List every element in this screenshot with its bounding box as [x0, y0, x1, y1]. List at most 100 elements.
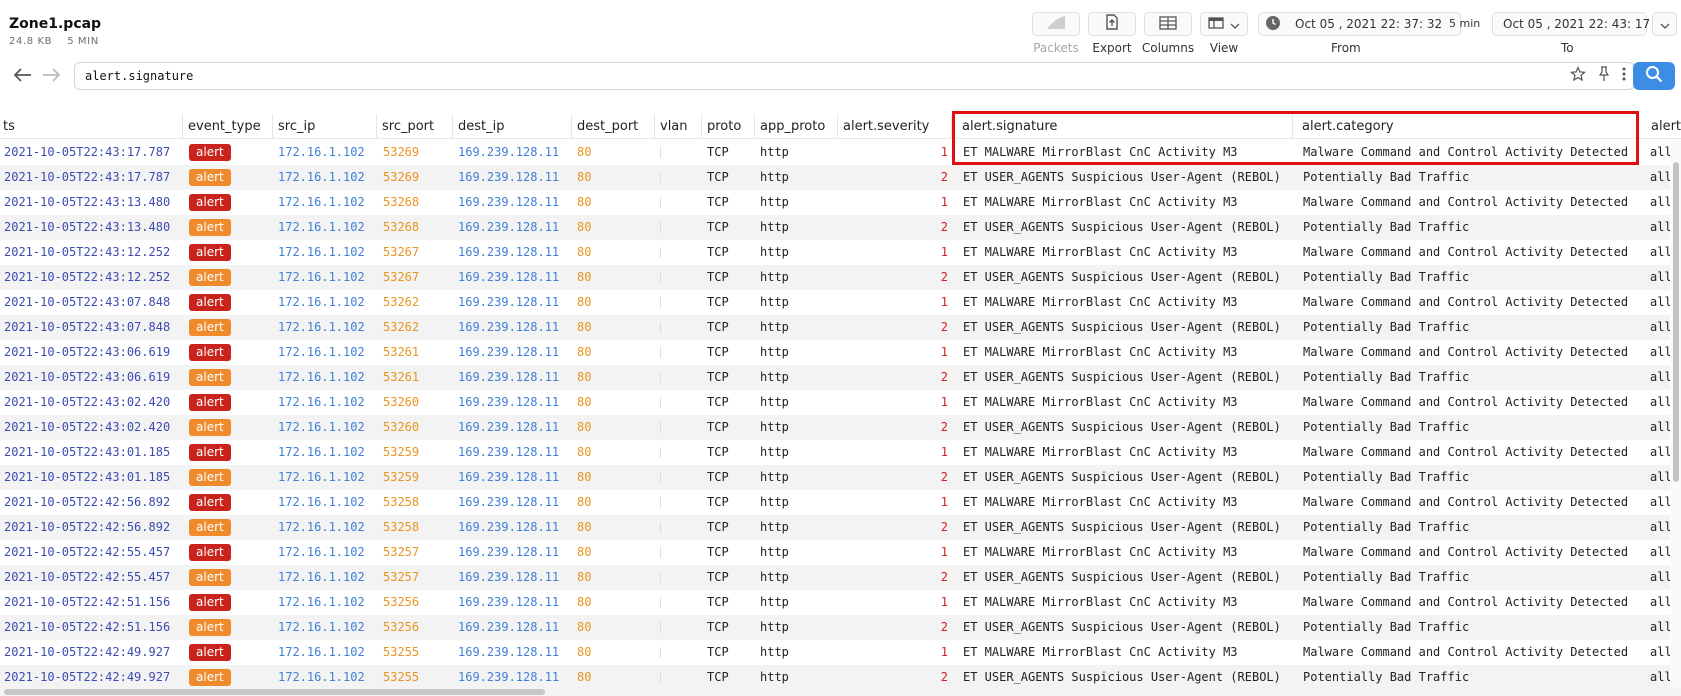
cell-vlan[interactable] [660, 540, 702, 565]
cell-proto[interactable]: TCP [707, 540, 755, 565]
cell-signature[interactable]: ET MALWARE MirrorBlast CnC Activity M3 [963, 440, 1291, 465]
cell-severity[interactable]: 2 [842, 365, 948, 390]
to-time-input[interactable]: Oct 05 , 2021 22: 43: 17 [1492, 12, 1650, 36]
cell-event-type[interactable]: alert [189, 265, 273, 290]
cell-app-proto[interactable]: http [760, 215, 838, 240]
cell-vlan[interactable] [660, 390, 702, 415]
more-vertical-icon[interactable] [1622, 66, 1626, 86]
cell-dest-port[interactable]: 80 [577, 665, 655, 688]
event-type-badge[interactable]: alert [189, 369, 231, 386]
cell-src-port[interactable]: 53267 [383, 240, 453, 265]
table-row[interactable]: 2021-10-05T22:42:55.457 alert 172.16.1.102… [0, 540, 1670, 565]
cell-src-port[interactable]: 53268 [383, 190, 453, 215]
cell-dest-ip[interactable]: 169.239.128.11 [458, 390, 572, 415]
cell-event-type[interactable]: alert [189, 340, 273, 365]
event-type-badge[interactable]: alert [189, 144, 231, 161]
cell-ts[interactable]: 2021-10-05T22:43:17.787 [4, 165, 182, 190]
cell-src-ip[interactable]: 172.16.1.102 [278, 290, 376, 315]
cell-event-type[interactable]: alert [189, 640, 273, 665]
cell-event-type[interactable]: alert [189, 140, 273, 165]
cell-dest-ip[interactable]: 169.239.128.11 [458, 490, 572, 515]
cell-dest-ip[interactable]: 169.239.128.11 [458, 590, 572, 615]
cell-proto[interactable]: TCP [707, 390, 755, 415]
cell-alert-more[interactable]: all [1650, 590, 1670, 615]
cell-proto[interactable]: TCP [707, 515, 755, 540]
cell-src-ip[interactable]: 172.16.1.102 [278, 415, 376, 440]
cell-category[interactable]: Malware Command and Control Activity Det… [1303, 140, 1637, 165]
cell-signature[interactable]: ET MALWARE MirrorBlast CnC Activity M3 [963, 290, 1291, 315]
cell-category[interactable]: Malware Command and Control Activity Det… [1303, 290, 1637, 315]
cell-event-type[interactable]: alert [189, 165, 273, 190]
cell-src-ip[interactable]: 172.16.1.102 [278, 165, 376, 190]
cell-src-port[interactable]: 53260 [383, 415, 453, 440]
cell-vlan[interactable] [660, 665, 702, 688]
cell-event-type[interactable]: alert [189, 290, 273, 315]
table-row[interactable]: 2021-10-05T22:43:13.480 alert 172.16.1.102… [0, 190, 1670, 215]
cell-dest-port[interactable]: 80 [577, 165, 655, 190]
column-header-vlan[interactable]: vlan [655, 114, 702, 139]
search-input[interactable]: alert.signature [74, 62, 1635, 90]
cell-app-proto[interactable]: http [760, 490, 838, 515]
cell-event-type[interactable]: alert [189, 190, 273, 215]
cell-severity[interactable]: 2 [842, 615, 948, 640]
cell-app-proto[interactable]: http [760, 615, 838, 640]
cell-event-type[interactable]: alert [189, 415, 273, 440]
cell-proto[interactable]: TCP [707, 640, 755, 665]
cell-signature[interactable]: ET MALWARE MirrorBlast CnC Activity M3 [963, 340, 1291, 365]
cell-dest-port[interactable]: 80 [577, 565, 655, 590]
cell-severity[interactable]: 2 [842, 465, 948, 490]
cell-dest-port[interactable]: 80 [577, 640, 655, 665]
cell-severity[interactable]: 2 [842, 215, 948, 240]
cell-app-proto[interactable]: http [760, 165, 838, 190]
cell-category[interactable]: Malware Command and Control Activity Det… [1303, 240, 1637, 265]
cell-dest-port[interactable]: 80 [577, 490, 655, 515]
cell-dest-port[interactable]: 80 [577, 290, 655, 315]
cell-ts[interactable]: 2021-10-05T22:42:51.156 [4, 590, 182, 615]
cell-signature[interactable]: ET USER_AGENTS Suspicious User-Agent (RE… [963, 465, 1291, 490]
cell-app-proto[interactable]: http [760, 340, 838, 365]
cell-src-ip[interactable]: 172.16.1.102 [278, 240, 376, 265]
cell-severity[interactable]: 1 [842, 340, 948, 365]
cell-proto[interactable]: TCP [707, 665, 755, 688]
cell-src-ip[interactable]: 172.16.1.102 [278, 565, 376, 590]
cell-signature[interactable]: ET USER_AGENTS Suspicious User-Agent (RE… [963, 565, 1291, 590]
cell-alert-more[interactable]: all [1650, 215, 1670, 240]
cell-ts[interactable]: 2021-10-05T22:42:49.927 [4, 665, 182, 688]
cell-dest-ip[interactable]: 169.239.128.11 [458, 440, 572, 465]
cell-severity[interactable]: 1 [842, 140, 948, 165]
cell-category[interactable]: Potentially Bad Traffic [1303, 265, 1637, 290]
cell-proto[interactable]: TCP [707, 190, 755, 215]
cell-src-port[interactable]: 53262 [383, 290, 453, 315]
cell-category[interactable]: Potentially Bad Traffic [1303, 515, 1637, 540]
cell-alert-more[interactable]: all [1650, 640, 1670, 665]
cell-category[interactable]: Potentially Bad Traffic [1303, 165, 1637, 190]
column-header-alert-signature[interactable]: alert.signature [952, 114, 1293, 139]
cell-proto[interactable]: TCP [707, 315, 755, 340]
cell-src-ip[interactable]: 172.16.1.102 [278, 215, 376, 240]
event-type-badge[interactable]: alert [189, 319, 231, 336]
cell-signature[interactable]: ET USER_AGENTS Suspicious User-Agent (RE… [963, 615, 1291, 640]
view-button[interactable] [1200, 12, 1248, 36]
cell-proto[interactable]: TCP [707, 215, 755, 240]
cell-alert-more[interactable]: all [1650, 315, 1670, 340]
cell-src-ip[interactable]: 172.16.1.102 [278, 265, 376, 290]
cell-src-port[interactable]: 53267 [383, 265, 453, 290]
cell-ts[interactable]: 2021-10-05T22:42:55.457 [4, 540, 182, 565]
cell-vlan[interactable] [660, 165, 702, 190]
cell-dest-port[interactable]: 80 [577, 315, 655, 340]
column-header-src-ip[interactable]: src_ip [273, 114, 377, 139]
cell-src-ip[interactable]: 172.16.1.102 [278, 340, 376, 365]
cell-dest-port[interactable]: 80 [577, 265, 655, 290]
cell-category[interactable]: Malware Command and Control Activity Det… [1303, 590, 1637, 615]
cell-src-ip[interactable]: 172.16.1.102 [278, 640, 376, 665]
cell-event-type[interactable]: alert [189, 440, 273, 465]
cell-event-type[interactable]: alert [189, 515, 273, 540]
table-row[interactable]: 2021-10-05T22:43:12.252 alert 172.16.1.102… [0, 265, 1670, 290]
cell-ts[interactable]: 2021-10-05T22:43:06.619 [4, 365, 182, 390]
cell-src-ip[interactable]: 172.16.1.102 [278, 490, 376, 515]
cell-dest-ip[interactable]: 169.239.128.11 [458, 315, 572, 340]
cell-proto[interactable]: TCP [707, 565, 755, 590]
cell-ts[interactable]: 2021-10-05T22:42:49.927 [4, 640, 182, 665]
cell-proto[interactable]: TCP [707, 165, 755, 190]
cell-app-proto[interactable]: http [760, 365, 838, 390]
